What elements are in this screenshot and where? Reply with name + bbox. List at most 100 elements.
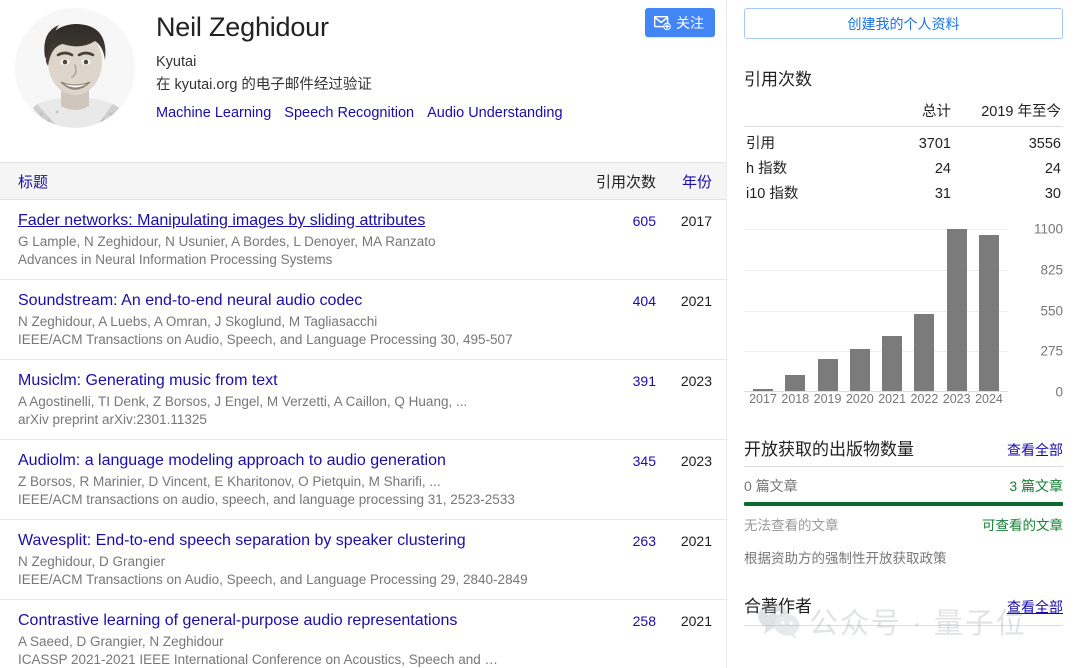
coauthors-header: 合著作者 查看全部 bbox=[744, 592, 1063, 617]
bar-2023[interactable] bbox=[946, 229, 967, 391]
publication-main: Contrastive learning of general-purpose … bbox=[18, 611, 578, 668]
scholar-profile-page: Neil Zeghidour Kyutai 在 kyutai.org 的电子邮件… bbox=[0, 0, 1080, 668]
publication-authors: Z Borsos, R Marinier, D Vincent, E Khari… bbox=[18, 474, 441, 489]
interest-link-audio-understanding[interactable]: Audio Understanding bbox=[427, 105, 562, 121]
bar-2024[interactable] bbox=[978, 235, 999, 391]
coauthors-title: 合著作者 bbox=[744, 597, 812, 616]
sort-by-title-link[interactable]: 标题 bbox=[18, 174, 48, 191]
bar-2022[interactable] bbox=[914, 313, 935, 391]
citation-row-total: 31 bbox=[934, 186, 951, 202]
bar-slot-2024 bbox=[974, 229, 1004, 391]
citation-row-total: 24 bbox=[934, 161, 951, 177]
profile-affiliation: Kyutai bbox=[156, 54, 197, 70]
citation-row-label: 引用 bbox=[746, 136, 775, 152]
open-access-unavailable-label: 无法查看的文章 bbox=[744, 518, 839, 533]
publication-cited-by[interactable]: 345 bbox=[578, 451, 656, 469]
publication-title-link[interactable]: Contrastive learning of general-purpose … bbox=[18, 611, 457, 631]
publication-title-link[interactable]: Wavesplit: End-to-end speech separation … bbox=[18, 531, 466, 551]
publication-cited-by[interactable]: 263 bbox=[578, 531, 656, 549]
cited-by-link[interactable]: 258 bbox=[633, 613, 656, 629]
x-label: 2022 bbox=[910, 392, 939, 406]
publication-authors: N Zeghidour, A Luebs, A Omran, J Skoglun… bbox=[18, 314, 378, 329]
page-title: Neil Zeghidour bbox=[156, 12, 329, 42]
citation-row-since: 30 bbox=[1044, 186, 1061, 202]
publication-year: 2021 bbox=[680, 613, 712, 629]
cited-by-link[interactable]: 605 bbox=[633, 213, 656, 229]
y-label: 1100 bbox=[1033, 221, 1063, 237]
publication-title-link[interactable]: Audiolm: a language modeling approach to… bbox=[18, 451, 446, 471]
publication-authors: N Zeghidour, D Grangier bbox=[18, 554, 166, 569]
publication-title-link[interactable]: Soundstream: An end-to-end neural audio … bbox=[18, 291, 362, 311]
y-label: 275 bbox=[1040, 343, 1063, 359]
table-row: Soundstream: An end-to-end neural audio … bbox=[0, 280, 726, 360]
coauthors-view-all-link[interactable]: 查看全部 bbox=[1007, 597, 1063, 617]
citation-metrics-table: 总计 2019 年至今 引用 3701 3556 h 指数 24 24 i10 … bbox=[744, 96, 1063, 207]
citation-row-citations: 引用 3701 3556 bbox=[744, 127, 1063, 158]
x-label: 2020 bbox=[845, 392, 874, 406]
publication-year: 2023 bbox=[680, 373, 712, 389]
open-access-mandate-note: 根据资助方的强制性开放获取政策 bbox=[744, 551, 947, 566]
x-label: 2024 bbox=[975, 392, 1003, 406]
y-label: 825 bbox=[1040, 262, 1063, 278]
profile-interests: Machine Learning Speech Recognition Audio … bbox=[156, 102, 714, 124]
open-access-available-count: 3 篇文章 bbox=[1009, 478, 1063, 494]
bar-2021[interactable] bbox=[882, 336, 903, 391]
open-access-header: 开放获取的出版物数量 查看全部 bbox=[744, 435, 1063, 460]
citation-header-total: 总计 bbox=[861, 96, 953, 127]
column-header-cited-by: 引用次数 bbox=[595, 173, 656, 191]
open-access-legend: 无法查看的文章 可查看的文章 bbox=[744, 514, 1063, 534]
publications-table: 标题 引用次数 年份 Fader networks: Manipulating … bbox=[0, 162, 726, 668]
interest-link-machine-learning[interactable]: Machine Learning bbox=[156, 105, 271, 121]
mail-add-icon bbox=[654, 15, 671, 30]
publication-main: Audiolm: a language modeling approach to… bbox=[18, 451, 578, 509]
open-access-divider bbox=[744, 466, 1063, 467]
bar-2017[interactable] bbox=[753, 389, 773, 391]
avatar[interactable] bbox=[15, 8, 135, 128]
chart-x-axis-labels: 2017 2018 2019 2020 2021 2022 2023 2024 bbox=[744, 392, 1008, 406]
open-access-progress-bar bbox=[744, 502, 1063, 506]
bar-2020[interactable] bbox=[849, 348, 870, 391]
publication-cited-by[interactable]: 258 bbox=[578, 611, 656, 629]
publication-cited-by[interactable]: 605 bbox=[578, 211, 656, 229]
citation-row-i10-index: i10 指数 31 30 bbox=[744, 182, 1063, 207]
x-label: 2019 bbox=[813, 392, 842, 406]
publications-table-header: 标题 引用次数 年份 bbox=[0, 162, 726, 200]
citation-header-blank bbox=[744, 96, 861, 127]
publication-main: Musiclm: Generating music from text A Ag… bbox=[18, 371, 578, 429]
bar-slot-2022 bbox=[909, 229, 939, 391]
citation-header-since: 2019 年至今 bbox=[953, 96, 1063, 127]
publication-title-link[interactable]: Fader networks: Manipulating images by s… bbox=[18, 211, 425, 231]
cited-by-link[interactable]: 345 bbox=[633, 453, 656, 469]
publication-cited-by[interactable]: 404 bbox=[578, 291, 656, 309]
cited-by-link[interactable]: 263 bbox=[633, 533, 656, 549]
citations-bar-chart: 2017 2018 2019 2020 2021 2022 2023 2024 … bbox=[744, 221, 1063, 411]
create-my-profile-button[interactable]: 创建我的个人资料 bbox=[744, 8, 1063, 39]
follow-button[interactable]: 关注 bbox=[645, 8, 715, 37]
y-label: 0 bbox=[1055, 384, 1063, 400]
x-label: 2021 bbox=[878, 392, 907, 406]
cited-by-link[interactable]: 391 bbox=[633, 373, 656, 389]
publication-year: 2021 bbox=[680, 533, 712, 549]
bar-2019[interactable] bbox=[817, 359, 838, 391]
publication-main: Soundstream: An end-to-end neural audio … bbox=[18, 291, 578, 349]
cited-by-link[interactable]: 404 bbox=[633, 293, 656, 309]
publication-main: Wavesplit: End-to-end speech separation … bbox=[18, 531, 578, 589]
column-header-year[interactable]: 年份 bbox=[656, 171, 712, 192]
chart-bars bbox=[744, 229, 1008, 391]
citation-row-h-index: h 指数 24 24 bbox=[744, 157, 1063, 182]
interest-link-speech-recognition[interactable]: Speech Recognition bbox=[284, 105, 414, 121]
publication-cited-by[interactable]: 391 bbox=[578, 371, 656, 389]
citations-section-title: 引用次数 bbox=[744, 70, 812, 89]
sort-by-year-link[interactable]: 年份 bbox=[682, 174, 712, 191]
publication-venue: IEEE/ACM Transactions on Audio, Speech, … bbox=[18, 572, 528, 587]
publication-title-link[interactable]: Musiclm: Generating music from text bbox=[18, 371, 278, 391]
bar-slot-2019 bbox=[813, 229, 843, 391]
x-label: 2018 bbox=[781, 392, 810, 406]
column-header-title[interactable]: 标题 bbox=[18, 171, 578, 192]
open-access-title: 开放获取的出版物数量 bbox=[744, 440, 914, 459]
bar-2018[interactable] bbox=[785, 375, 806, 391]
x-label: 2023 bbox=[942, 392, 971, 406]
publication-year: 2017 bbox=[680, 213, 712, 229]
open-access-view-all-link[interactable]: 查看全部 bbox=[1007, 440, 1063, 460]
citation-row-label: i10 指数 bbox=[746, 186, 799, 202]
